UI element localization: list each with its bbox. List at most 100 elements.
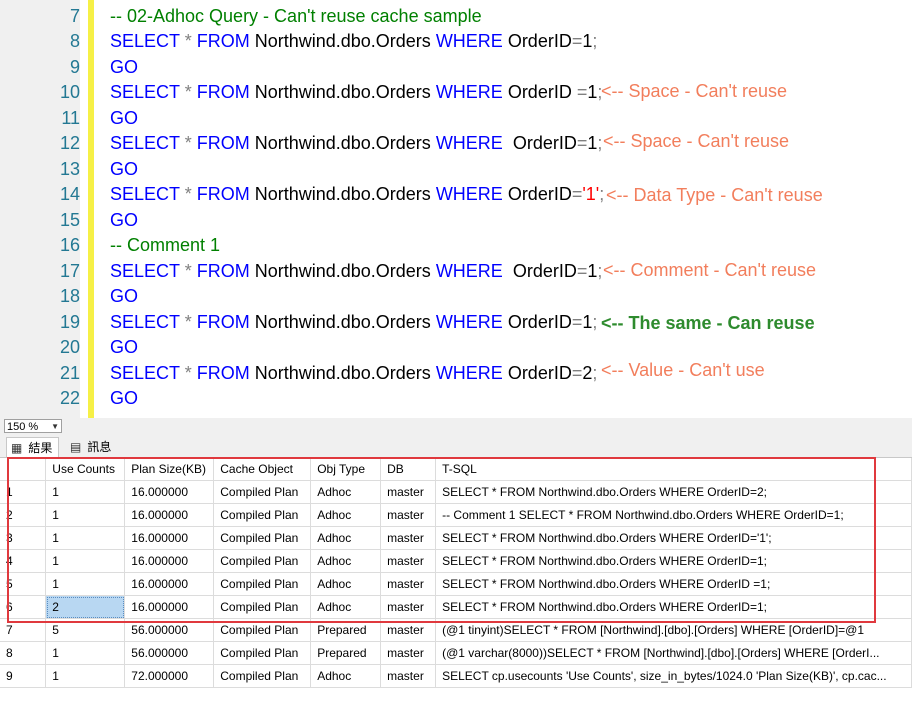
use-counts-cell[interactable]: 1: [45, 572, 126, 596]
column-header[interactable]: Plan Size(KB): [124, 458, 215, 481]
cache-object-cell[interactable]: Compiled Plan: [213, 572, 312, 596]
tsql-cell[interactable]: SELECT * FROM Northwind.dbo.Orders WHERE…: [435, 526, 912, 550]
use-counts-cell[interactable]: 1: [45, 641, 126, 665]
obj-type-cell[interactable]: Prepared: [310, 641, 382, 665]
cache-object-cell[interactable]: Compiled Plan: [213, 549, 312, 573]
db-cell[interactable]: master: [380, 572, 437, 596]
db-cell[interactable]: master: [380, 480, 437, 504]
plan-size-cell[interactable]: 16.000000: [124, 503, 215, 527]
db-cell[interactable]: master: [380, 595, 437, 619]
plan-size-cell[interactable]: 56.000000: [124, 641, 215, 665]
plan-size-cell[interactable]: 72.000000: [124, 664, 215, 688]
column-header[interactable]: Cache Object: [213, 458, 312, 481]
code-line[interactable]: 18 GO: [0, 284, 912, 309]
row-number[interactable]: 7: [0, 618, 47, 642]
column-header[interactable]: T-SQL: [435, 458, 912, 481]
row-number[interactable]: 2: [0, 503, 47, 527]
line-number: 9: [69, 57, 80, 77]
use-counts-cell[interactable]: 5: [45, 618, 126, 642]
table-row[interactable]: 8 1 56.000000 Compiled Plan Prepared master (@…: [0, 641, 912, 665]
table-row[interactable]: 4 1 16.000000 Compiled Plan Adhoc master SELEC…: [0, 549, 912, 573]
table-row[interactable]: 5 1 16.000000 Compiled Plan Adhoc master SELEC…: [0, 572, 912, 596]
db-cell[interactable]: master: [380, 503, 437, 527]
tsql-cell[interactable]: -- Comment 1 SELECT * FROM Northwind.dbo…: [435, 503, 912, 527]
cache-object-cell[interactable]: Compiled Plan: [213, 664, 312, 688]
use-counts-cell[interactable]: 1: [45, 549, 126, 573]
tsql-cell[interactable]: SELECT cp.usecounts 'Use Counts', size_i…: [435, 664, 912, 688]
row-number[interactable]: 6: [0, 595, 47, 619]
plan-size-cell[interactable]: 16.000000: [124, 526, 215, 550]
db-cell[interactable]: master: [380, 664, 437, 688]
code-line[interactable]: 22 GO: [0, 386, 912, 411]
plan-size-cell[interactable]: 16.000000: [124, 572, 215, 596]
code-line[interactable]: 9 GO: [0, 55, 912, 80]
cache-object-cell[interactable]: Compiled Plan: [213, 526, 312, 550]
column-header[interactable]: Obj Type: [310, 458, 382, 481]
results-grid[interactable]: Use Counts Plan Size(KB) Cache Object Ob…: [0, 458, 912, 701]
table-row[interactable]: 6 2 16.000000 Compiled Plan Adhoc master SELEC…: [0, 595, 912, 619]
use-counts-cell[interactable]: 1: [45, 503, 126, 527]
table-row[interactable]: 3 1 16.000000 Compiled Plan Adhoc master SELEC…: [0, 526, 912, 550]
obj-type-cell[interactable]: Adhoc: [310, 480, 382, 504]
code-line[interactable]: 21 SELECT * FROM Northwind.dbo.Orders WHE…: [0, 361, 912, 386]
row-number[interactable]: 3: [0, 526, 47, 550]
tsql-cell[interactable]: (@1 tinyint)SELECT * FROM [Northwind].[d…: [435, 618, 912, 642]
row-number[interactable]: 4: [0, 549, 47, 573]
use-counts-cell[interactable]: 1: [45, 664, 126, 688]
plan-size-cell[interactable]: 16.000000: [124, 595, 215, 619]
use-counts-cell[interactable]: 1: [45, 526, 126, 550]
tsql-cell[interactable]: SELECT * FROM Northwind.dbo.Orders WHERE…: [435, 480, 912, 504]
plan-size-cell[interactable]: 16.000000: [124, 480, 215, 504]
zoom-dropdown[interactable]: 150 % ▼: [4, 419, 62, 433]
db-cell[interactable]: master: [380, 549, 437, 573]
tsql-cell[interactable]: SELECT * FROM Northwind.dbo.Orders WHERE…: [435, 595, 912, 619]
code-line[interactable]: 15 GO: [0, 208, 912, 233]
tab-results[interactable]: ▦ 結果: [6, 437, 60, 458]
table-row[interactable]: 7 5 56.000000 Compiled Plan Prepared master (@…: [0, 618, 912, 642]
corner-cell[interactable]: [0, 458, 47, 481]
sql-editor[interactable]: 7 -- 02-Adhoc Query - Can't reuse cache s…: [0, 0, 912, 418]
obj-type-cell[interactable]: Adhoc: [310, 503, 382, 527]
tsql-cell[interactable]: (@1 varchar(8000))SELECT * FROM [Northwi…: [435, 641, 912, 665]
row-number[interactable]: 5: [0, 572, 47, 596]
results-table: Use Counts Plan Size(KB) Cache Object Ob…: [0, 458, 912, 688]
code-line[interactable]: 13 GO: [0, 157, 912, 182]
obj-type-cell[interactable]: Adhoc: [310, 664, 382, 688]
cache-object-cell[interactable]: Compiled Plan: [213, 595, 312, 619]
code-text: SELECT * FROM Northwind.dbo.Orders WHERE…: [110, 259, 602, 284]
obj-type-cell[interactable]: Adhoc: [310, 572, 382, 596]
db-cell[interactable]: master: [380, 641, 437, 665]
code-line[interactable]: 8 SELECT * FROM Northwind.dbo.Orders WHER…: [0, 29, 912, 54]
column-header[interactable]: Use Counts: [45, 458, 126, 481]
obj-type-cell[interactable]: Adhoc: [310, 549, 382, 573]
code-line[interactable]: 11 GO: [0, 106, 912, 131]
table-row[interactable]: 2 1 16.000000 Compiled Plan Adhoc master -- Co…: [0, 503, 912, 527]
db-cell[interactable]: master: [380, 618, 437, 642]
use-counts-cell[interactable]: 2: [45, 595, 126, 619]
tsql-cell[interactable]: SELECT * FROM Northwind.dbo.Orders WHERE…: [435, 572, 912, 596]
code-line[interactable]: 7 -- 02-Adhoc Query - Can't reuse cache s…: [0, 4, 912, 29]
plan-size-cell[interactable]: 56.000000: [124, 618, 215, 642]
zoom-value: 150 %: [7, 421, 39, 433]
code-text: SELECT * FROM Northwind.dbo.Orders WHERE…: [110, 310, 597, 335]
cache-object-cell[interactable]: Compiled Plan: [213, 480, 312, 504]
obj-type-cell[interactable]: Adhoc: [310, 526, 382, 550]
obj-type-cell[interactable]: Prepared: [310, 618, 382, 642]
table-row[interactable]: 1 1 16.000000 Compiled Plan Adhoc master SELEC…: [0, 480, 912, 504]
db-cell[interactable]: master: [380, 526, 437, 550]
code-line[interactable]: 16 -- Comment 1: [0, 233, 912, 258]
cache-object-cell[interactable]: Compiled Plan: [213, 641, 312, 665]
use-counts-cell[interactable]: 1: [45, 480, 126, 504]
obj-type-cell[interactable]: Adhoc: [310, 595, 382, 619]
row-number[interactable]: 9: [0, 664, 47, 688]
table-row[interactable]: 9 1 72.000000 Compiled Plan Adhoc master SELEC…: [0, 664, 912, 688]
column-header[interactable]: DB: [380, 458, 437, 481]
tsql-cell[interactable]: SELECT * FROM Northwind.dbo.Orders WHERE…: [435, 549, 912, 573]
cache-object-cell[interactable]: Compiled Plan: [213, 618, 312, 642]
row-number[interactable]: 1: [0, 480, 47, 504]
tab-messages[interactable]: ▤ 訊息: [66, 437, 117, 457]
cache-object-cell[interactable]: Compiled Plan: [213, 503, 312, 527]
code-line[interactable]: 20 GO: [0, 335, 912, 360]
row-number[interactable]: 8: [0, 641, 47, 665]
plan-size-cell[interactable]: 16.000000: [124, 549, 215, 573]
